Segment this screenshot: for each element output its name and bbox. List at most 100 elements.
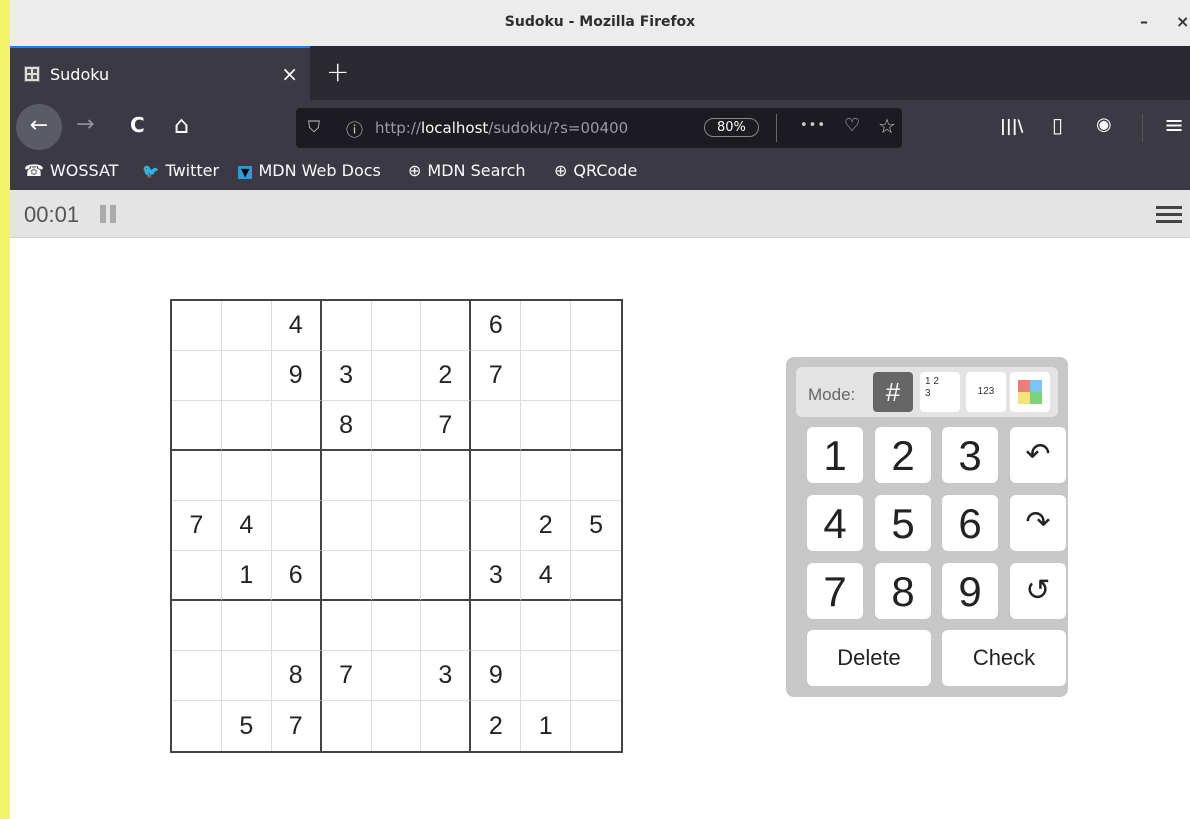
page-actions-icon[interactable]: ••• xyxy=(800,118,826,133)
digit-key-2[interactable]: 2 xyxy=(875,427,931,483)
sudoku-cell[interactable] xyxy=(172,701,222,751)
sudoku-cell[interactable] xyxy=(421,501,472,551)
app-menu-icon[interactable]: ≡ xyxy=(1164,111,1184,139)
sudoku-cell[interactable] xyxy=(421,601,472,651)
sudoku-cell[interactable] xyxy=(372,701,422,751)
sudoku-cell[interactable] xyxy=(371,601,422,651)
sudoku-cell[interactable] xyxy=(521,451,572,501)
sudoku-cell[interactable] xyxy=(521,301,572,351)
sudoku-cell[interactable] xyxy=(571,351,621,401)
new-tab-button[interactable]: + xyxy=(326,55,349,88)
sudoku-cell[interactable] xyxy=(421,301,472,351)
sudoku-cell[interactable] xyxy=(371,501,422,551)
sudoku-cell[interactable] xyxy=(371,651,422,701)
sudoku-cell[interactable]: 7 xyxy=(272,701,322,751)
sudoku-cell[interactable] xyxy=(221,451,272,501)
sudoku-cell[interactable]: 7 xyxy=(421,401,472,451)
sudoku-cell[interactable] xyxy=(321,451,372,501)
sudoku-cell[interactable]: 7 xyxy=(471,351,522,401)
sudoku-cell[interactable] xyxy=(371,351,422,401)
library-icon[interactable]: |||\ xyxy=(1000,116,1023,135)
sudoku-cell[interactable]: 8 xyxy=(321,401,372,451)
sudoku-cell[interactable]: 6 xyxy=(471,301,522,351)
url-bar[interactable]: ⛉ ⓘ http://localhost/sudoku/?s=00400 80%… xyxy=(296,108,902,148)
sudoku-cell[interactable] xyxy=(521,651,572,701)
sudoku-cell[interactable] xyxy=(521,351,572,401)
sudoku-cell[interactable] xyxy=(172,351,222,401)
sudoku-cell[interactable]: 6 xyxy=(271,551,322,601)
digit-key-6[interactable]: 6 xyxy=(942,495,998,551)
home-button[interactable]: ⌂ xyxy=(174,111,189,139)
sudoku-cell[interactable] xyxy=(471,401,522,451)
reload-button[interactable]: C xyxy=(130,113,145,137)
sudoku-cell[interactable]: 5 xyxy=(571,501,621,551)
sudoku-cell[interactable] xyxy=(571,701,621,751)
sudoku-cell[interactable] xyxy=(571,651,621,701)
digit-key-9[interactable]: 9 xyxy=(942,563,998,619)
sudoku-cell[interactable] xyxy=(172,401,222,451)
undo-button[interactable]: ↶ xyxy=(1010,427,1066,483)
sudoku-cell[interactable] xyxy=(421,701,472,751)
sudoku-cell[interactable]: 2 xyxy=(521,501,572,551)
sudoku-cell[interactable]: 4 xyxy=(521,551,572,601)
sudoku-cell[interactable] xyxy=(172,551,222,601)
site-info-icon[interactable]: ⓘ xyxy=(346,116,363,141)
url-text[interactable]: http://localhost/sudoku/?s=00400 xyxy=(375,119,680,137)
sudoku-cell[interactable] xyxy=(172,651,222,701)
sudoku-cell[interactable] xyxy=(172,601,222,651)
minimize-button[interactable]: – xyxy=(1140,12,1148,31)
sudoku-cell[interactable] xyxy=(571,401,621,451)
sudoku-cell[interactable] xyxy=(221,601,272,651)
bookmark-mdn-web-docs[interactable]: ▼ MDN Web Docs xyxy=(238,161,381,180)
sidebar-icon[interactable]: ▯ xyxy=(1052,113,1063,137)
sudoku-cell[interactable] xyxy=(371,401,422,451)
sudoku-cell[interactable] xyxy=(371,451,422,501)
zoom-indicator[interactable]: 80% xyxy=(704,118,759,137)
sudoku-cell[interactable] xyxy=(221,651,272,701)
sudoku-cell[interactable] xyxy=(521,601,572,651)
sudoku-cell[interactable] xyxy=(321,601,372,651)
sudoku-cell[interactable]: 3 xyxy=(421,651,472,701)
sudoku-cell[interactable]: 1 xyxy=(521,701,572,751)
sudoku-cell[interactable] xyxy=(322,701,372,751)
redo-button[interactable]: ↷ xyxy=(1010,495,1066,551)
sudoku-cell[interactable]: 3 xyxy=(321,351,372,401)
sudoku-cell[interactable]: 7 xyxy=(172,501,222,551)
bookmark-twitter[interactable]: 🐦 Twitter xyxy=(142,161,219,180)
hamburger-menu-icon[interactable] xyxy=(1156,206,1182,224)
sudoku-cell[interactable] xyxy=(172,301,222,351)
sudoku-cell[interactable] xyxy=(271,401,322,451)
check-button[interactable]: Check xyxy=(942,630,1066,686)
sudoku-cell[interactable] xyxy=(371,551,422,601)
delete-button[interactable]: Delete xyxy=(807,630,931,686)
sudoku-cell[interactable]: 8 xyxy=(271,651,322,701)
sudoku-cell[interactable]: 9 xyxy=(271,351,322,401)
sudoku-cell[interactable]: 2 xyxy=(421,351,472,401)
sudoku-cell[interactable] xyxy=(571,451,621,501)
bookmark-qrcode[interactable]: ⊕ QRCode xyxy=(554,161,637,180)
sudoku-cell[interactable] xyxy=(471,501,522,551)
forward-button[interactable]: → xyxy=(76,112,94,137)
sudoku-cell[interactable]: 5 xyxy=(222,701,272,751)
sudoku-cell[interactable]: 7 xyxy=(321,651,372,701)
mode-digit-button[interactable]: # xyxy=(873,372,913,412)
sudoku-cell[interactable] xyxy=(321,301,372,351)
mode-color-button[interactable] xyxy=(1010,372,1050,412)
digit-key-5[interactable]: 5 xyxy=(875,495,931,551)
sudoku-cell[interactable]: 4 xyxy=(221,501,272,551)
back-button[interactable]: ← xyxy=(16,104,62,150)
mode-outer-digits-button[interactable]: 123 xyxy=(966,372,1006,412)
sudoku-cell[interactable] xyxy=(521,401,572,451)
sudoku-cell[interactable] xyxy=(221,401,272,451)
pocket-icon[interactable]: ♡ xyxy=(844,115,860,136)
sudoku-cell[interactable] xyxy=(172,451,222,501)
sudoku-cell[interactable]: 9 xyxy=(471,651,522,701)
pause-button[interactable] xyxy=(100,205,118,223)
sudoku-cell[interactable]: 2 xyxy=(471,701,522,751)
account-icon[interactable]: ◉ xyxy=(1096,114,1112,135)
tab-close-button[interactable]: × xyxy=(281,62,298,86)
bookmark-mdn-search[interactable]: ⊕ MDN Search xyxy=(408,161,526,180)
sudoku-cell[interactable] xyxy=(571,301,621,351)
digit-key-8[interactable]: 8 xyxy=(875,563,931,619)
sudoku-cell[interactable]: 1 xyxy=(221,551,272,601)
